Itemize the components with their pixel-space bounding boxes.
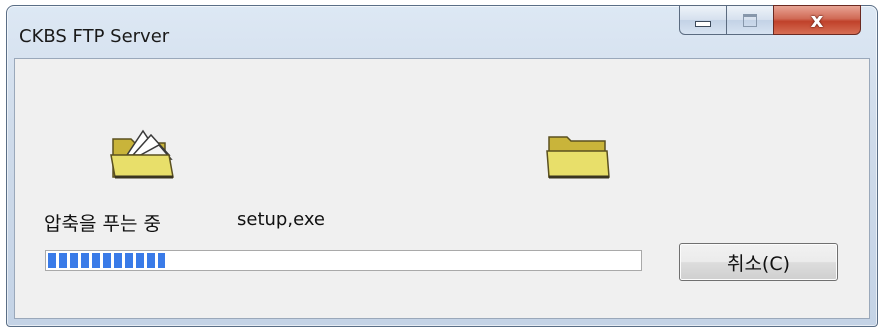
folder-icon (546, 136, 610, 179)
close-icon: x (810, 8, 824, 32)
title-bar[interactable]: CKBS FTP Server x (7, 5, 877, 58)
window-title: CKBS FTP Server (19, 26, 170, 47)
progress-fill (48, 253, 165, 268)
file-name: setup,exe (237, 209, 325, 230)
open-folder-with-documents-icon (110, 129, 174, 179)
dialog-window: CKBS FTP Server x 압축을 푸는 중 setup,exe 취소(… (6, 5, 878, 327)
close-button[interactable]: x (773, 5, 861, 35)
extraction-progress-bar (45, 250, 642, 271)
minimize-icon (695, 21, 711, 27)
minimize-button[interactable] (679, 5, 727, 35)
maximize-button (726, 5, 774, 35)
maximize-icon (743, 13, 757, 27)
dialog-body: 압축을 푸는 중 setup,exe 취소(C) (14, 58, 870, 319)
status-text: 압축을 푸는 중 (44, 213, 161, 235)
cancel-button[interactable]: 취소(C) (679, 243, 838, 281)
